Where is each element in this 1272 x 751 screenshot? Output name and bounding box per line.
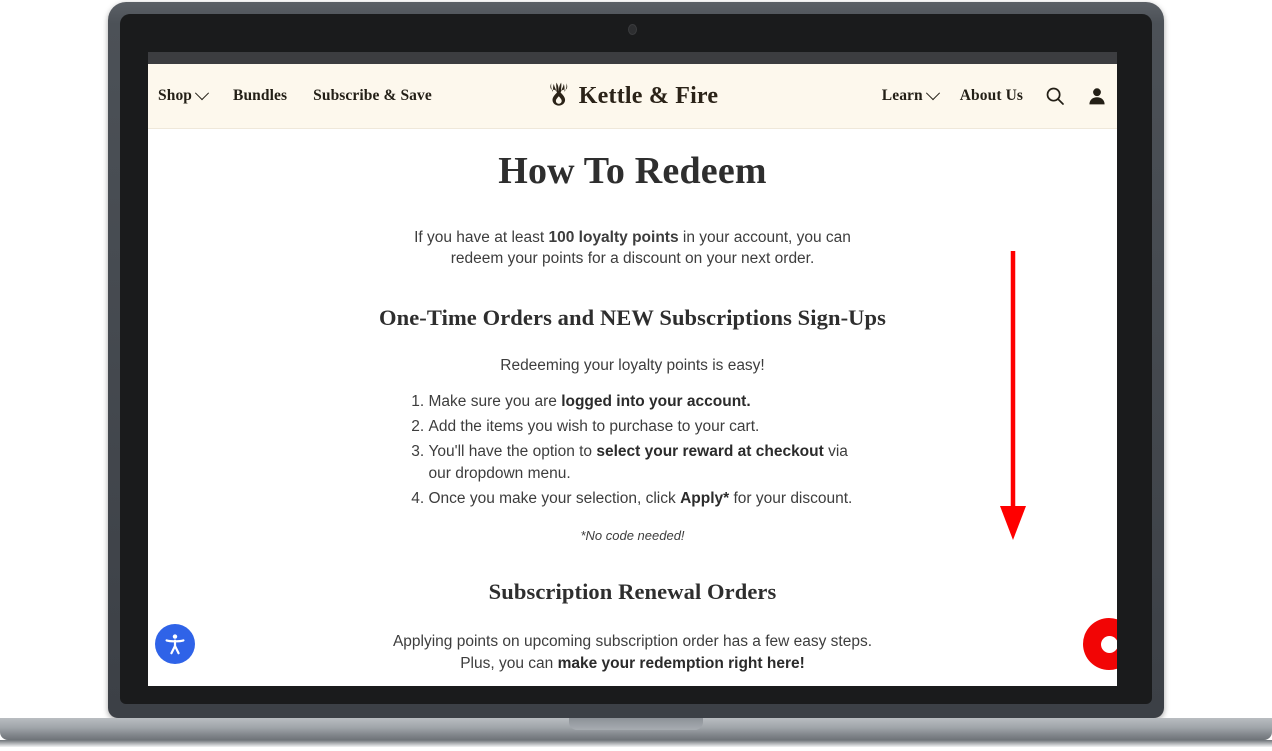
step-bold: Apply* [680,490,730,507]
search-icon[interactable] [1045,86,1065,106]
brand-logo[interactable]: Kettle & Fire [547,81,718,111]
accessibility-icon [165,634,185,655]
browser-chrome-strip [148,52,1117,64]
list-item: Once you make your selection, click Appl… [429,488,859,510]
chevron-down-icon [194,86,210,101]
section-heading-subscription-renewal: Subscription Renewal Orders [488,579,777,604]
laptop-foot-shadow [0,740,1272,747]
primary-nav-left: Shop Bundles Subscribe & Save [158,64,432,128]
section-heading-one-time-orders: One-Time Orders and NEW Subscriptions Si… [379,305,886,330]
nav-item-bundles[interactable]: Bundles [233,87,287,105]
step-text: You'll have the option to [428,443,597,460]
flame-icon [547,81,570,111]
nav-item-about-us[interactable]: About Us [960,87,1023,105]
step-text: Make sure you are [428,393,562,410]
intro-prefix: If you have at least [414,229,549,246]
primary-nav-right: Learn About Us [882,64,1107,128]
section-two-lede: Applying points on upcoming subscription… [383,631,883,675]
intro-paragraph: If you have at least 100 loyalty points … [393,227,873,269]
footnote-no-code-needed: *No code needed! [580,528,685,543]
step-suffix: for your discount. [729,490,853,507]
nav-item-learn[interactable]: Learn [881,86,940,105]
page-viewport: Shop Bundles Subscribe & Save Kettle & F… [148,64,1117,686]
step-text: Add the items you wish to purchase to yo… [428,418,760,435]
chevron-down-icon [925,86,940,101]
list-item: Make sure you are logged into your accou… [429,391,859,413]
section-one-lede: Redeeming your loyalty points is easy! [500,357,765,374]
nav-item-subscribe-and-save[interactable]: Subscribe & Save [313,87,432,105]
step-bold: select your reward at checkout [596,443,824,460]
intro-bold: 100 loyalty points [548,229,679,246]
nav-item-learn-label: Learn [881,87,923,104]
page-title: How To Redeem [498,150,767,192]
step-text: Once you make your selection, click [428,490,681,507]
nav-item-shop[interactable]: Shop [158,86,210,105]
section-two-lede-bold: make your redemption right here! [557,655,805,672]
step-bold: logged into your account. [561,393,751,410]
section-one-steps-list: Make sure you are logged into your accou… [407,391,859,510]
article-content: How To Redeem If you have at least 100 l… [148,129,1117,686]
list-item: Add the items you wish to purchase to yo… [429,416,859,438]
brand-name: Kettle & Fire [578,82,719,109]
laptop-mockup: Shop Bundles Subscribe & Save Kettle & F… [0,0,1272,751]
account-icon[interactable] [1087,86,1107,106]
list-item: You'll have the option to select your re… [429,441,859,485]
accessibility-widget-button[interactable] [155,624,195,664]
laptop-base-notch [569,718,703,730]
chat-bubble-icon [1100,635,1117,653]
nav-item-shop-label: Shop [158,87,193,104]
site-header: Shop Bundles Subscribe & Save Kettle & F… [148,64,1117,129]
webcam-icon [628,24,637,35]
